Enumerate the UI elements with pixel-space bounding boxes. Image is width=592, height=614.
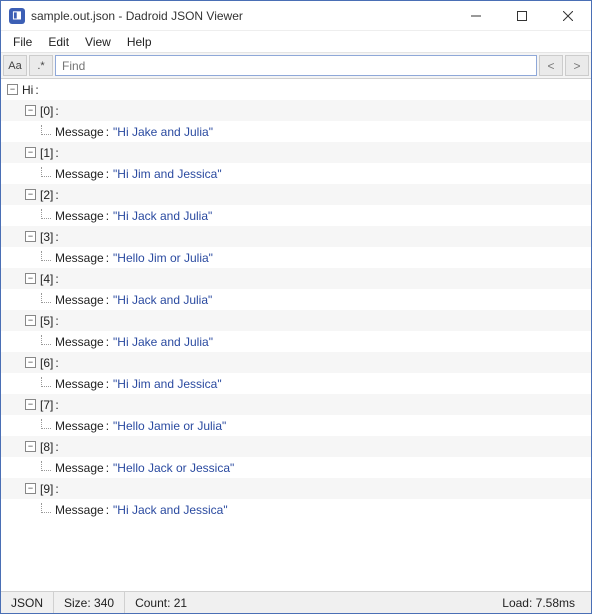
colon: : <box>106 377 109 391</box>
statusbar: JSON Size: 340 Count: 21 Load: 7.58ms <box>1 591 591 613</box>
colon: : <box>55 230 58 244</box>
tree-elbow-icon <box>41 251 51 261</box>
colon: : <box>106 503 109 517</box>
tree-index: [7] <box>40 398 53 412</box>
tree-elbow-icon <box>41 125 51 135</box>
tree-key: Message <box>55 461 104 475</box>
colon: : <box>55 188 58 202</box>
tree-key: Message <box>55 251 104 265</box>
close-button[interactable] <box>545 1 591 30</box>
tree-key: Message <box>55 335 104 349</box>
tree-value: "Hi Jake and Julia" <box>113 335 213 349</box>
tree-elbow-icon <box>41 419 51 429</box>
menu-edit[interactable]: Edit <box>40 33 77 51</box>
menu-help[interactable]: Help <box>119 33 160 51</box>
tree-toggle[interactable]: − <box>25 399 36 410</box>
tree-index: [1] <box>40 146 53 160</box>
colon: : <box>55 104 58 118</box>
find-next-button[interactable]: > <box>565 55 589 76</box>
tree-key: Message <box>55 209 104 223</box>
tree-toggle[interactable]: − <box>25 273 36 284</box>
colon: : <box>106 419 109 433</box>
tree-toggle[interactable]: − <box>25 357 36 368</box>
colon: : <box>106 335 109 349</box>
colon: : <box>55 146 58 160</box>
tree-key: Message <box>55 377 104 391</box>
tree-value: "Hi Jim and Jessica" <box>113 377 222 391</box>
tree-index: [3] <box>40 230 53 244</box>
tree-value: "Hi Jack and Julia" <box>113 209 212 223</box>
tree-toggle[interactable]: − <box>25 483 36 494</box>
colon: : <box>55 482 58 496</box>
tree-toggle[interactable]: − <box>25 231 36 242</box>
menu-view[interactable]: View <box>77 33 119 51</box>
colon: : <box>55 398 58 412</box>
menubar: File Edit View Help <box>1 31 591 53</box>
maximize-button[interactable] <box>499 1 545 30</box>
colon: : <box>55 440 58 454</box>
tree-value: "Hi Jim and Jessica" <box>113 167 222 181</box>
tree-index: [0] <box>40 104 53 118</box>
colon: : <box>106 293 109 307</box>
find-prev-button[interactable]: < <box>539 55 563 76</box>
match-case-button[interactable]: Aa <box>3 55 27 76</box>
tree-key: Message <box>55 503 104 517</box>
colon: : <box>35 83 38 97</box>
tree-key: Message <box>55 167 104 181</box>
tree-elbow-icon <box>41 167 51 177</box>
colon: : <box>106 461 109 475</box>
status-count: Count: 21 <box>125 592 492 613</box>
toolbar: Aa .* < > <box>1 53 591 79</box>
status-load: Load: 7.58ms <box>492 592 591 613</box>
tree-index: [4] <box>40 272 53 286</box>
tree-toggle[interactable]: − <box>25 147 36 158</box>
colon: : <box>55 314 58 328</box>
search-input[interactable] <box>55 55 537 76</box>
tree-value: "Hi Jack and Julia" <box>113 293 212 307</box>
tree-key: Message <box>55 419 104 433</box>
tree-value: "Hello Jim or Julia" <box>113 251 213 265</box>
colon: : <box>55 356 58 370</box>
colon: : <box>106 251 109 265</box>
tree-elbow-icon <box>41 293 51 303</box>
tree-elbow-icon <box>41 377 51 387</box>
tree-index: [9] <box>40 482 53 496</box>
tree-value: "Hello Jamie or Julia" <box>113 419 226 433</box>
status-size: Size: 340 <box>54 592 125 613</box>
colon: : <box>106 167 109 181</box>
tree-toggle[interactable]: − <box>25 441 36 452</box>
tree-view[interactable]: −Hi :−[0] :Message :"Hi Jake and Julia"−… <box>1 79 591 591</box>
colon: : <box>55 272 58 286</box>
colon: : <box>106 125 109 139</box>
tree-elbow-icon <box>41 335 51 345</box>
tree-key: Message <box>55 125 104 139</box>
menu-file[interactable]: File <box>5 33 40 51</box>
tree-value: "Hi Jack and Jessica" <box>113 503 228 517</box>
regex-button[interactable]: .* <box>29 55 53 76</box>
tree-index: [2] <box>40 188 53 202</box>
tree-value: "Hello Jack or Jessica" <box>113 461 234 475</box>
tree-index: [5] <box>40 314 53 328</box>
tree-elbow-icon <box>41 461 51 471</box>
minimize-button[interactable] <box>453 1 499 30</box>
tree-toggle[interactable]: − <box>25 189 36 200</box>
tree-elbow-icon <box>41 503 51 513</box>
tree-index: [6] <box>40 356 53 370</box>
status-type: JSON <box>1 592 54 613</box>
titlebar: ◨ sample.out.json - Dadroid JSON Viewer <box>1 1 591 31</box>
app-icon: ◨ <box>9 8 25 24</box>
window-title: sample.out.json - Dadroid JSON Viewer <box>31 9 453 23</box>
tree-elbow-icon <box>41 209 51 219</box>
tree-index: [8] <box>40 440 53 454</box>
tree-toggle[interactable]: − <box>7 84 18 95</box>
window-controls <box>453 1 591 30</box>
tree-key: Hi <box>22 83 33 97</box>
tree-value: "Hi Jake and Julia" <box>113 125 213 139</box>
tree-toggle[interactable]: − <box>25 315 36 326</box>
tree-key: Message <box>55 293 104 307</box>
colon: : <box>106 209 109 223</box>
tree-toggle[interactable]: − <box>25 105 36 116</box>
